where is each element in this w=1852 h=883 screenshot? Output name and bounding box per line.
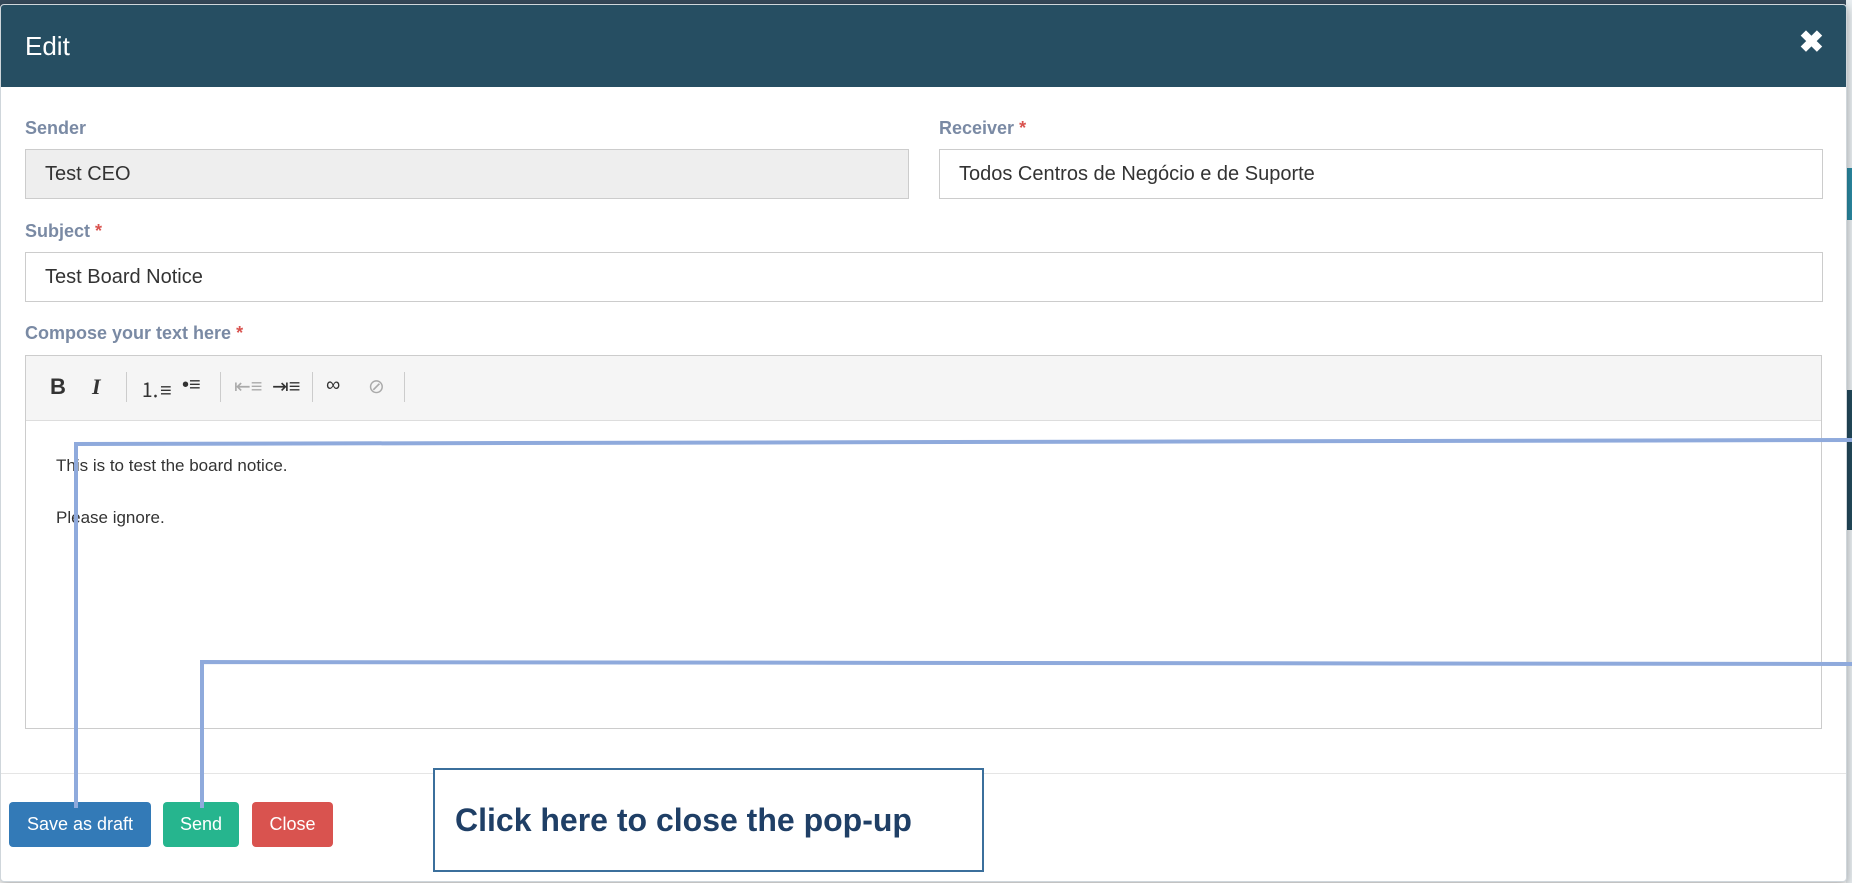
bold-icon[interactable]: B — [50, 374, 66, 400]
unordered-list-icon[interactable]: •≡ — [182, 374, 201, 397]
rich-text-editor[interactable]: B I ⒈≡ •≡ ⇤≡ ⇥≡ ∞ ⊘ This is to test the … — [25, 355, 1822, 729]
modal-header: Edit ✖ — [1, 5, 1846, 87]
compose-label-text: Compose your text here — [25, 323, 232, 343]
toolbar-divider — [404, 372, 405, 402]
required-mark: * — [1019, 118, 1027, 138]
toolbar-divider — [220, 372, 221, 402]
editor-line: This is to test the board notice. — [56, 456, 288, 475]
editor-content[interactable]: This is to test the board notice. Please… — [56, 456, 288, 560]
editor-toolbar: B I ⒈≡ •≡ ⇤≡ ⇥≡ ∞ ⊘ — [26, 356, 1821, 421]
editor-line: Please ignore. — [56, 508, 165, 527]
indent-icon[interactable]: ⇥≡ — [272, 374, 300, 399]
sender-field: Test CEO — [25, 149, 909, 199]
link-icon[interactable]: ∞ — [326, 374, 340, 397]
ordered-list-icon[interactable]: ⒈≡ — [140, 374, 172, 403]
outdent-icon[interactable]: ⇤≡ — [234, 374, 262, 399]
receiver-label: Receiver * — [939, 118, 1026, 139]
modal-title: Edit — [25, 31, 70, 61]
italic-icon[interactable]: I — [92, 374, 101, 400]
compose-label: Compose your text here * — [25, 323, 243, 344]
save-as-draft-button[interactable]: Save as draft — [9, 802, 151, 847]
required-mark: * — [236, 323, 244, 343]
toolbar-divider — [126, 372, 127, 402]
required-mark: * — [95, 221, 103, 241]
subject-field[interactable]: Test Board Notice — [25, 252, 1823, 302]
sender-label-text: Sender — [25, 118, 87, 138]
subject-label: Subject * — [25, 221, 102, 242]
receiver-label-text: Receiver — [939, 118, 1015, 138]
annotation-callout: Click here to close the pop-up — [433, 768, 984, 872]
unlink-icon[interactable]: ⊘ — [368, 374, 385, 399]
close-button[interactable]: Close — [252, 802, 333, 847]
close-icon[interactable]: ✖ — [1799, 25, 1824, 60]
toolbar-divider — [312, 372, 313, 402]
send-button[interactable]: Send — [163, 802, 239, 847]
sender-label: Sender — [25, 118, 86, 139]
receiver-field[interactable]: Todos Centros de Negócio e de Suporte — [939, 149, 1823, 199]
subject-label-text: Subject — [25, 221, 91, 241]
edit-modal: Edit ✖ Sender Test CEO Receiver * Todos … — [0, 4, 1847, 882]
